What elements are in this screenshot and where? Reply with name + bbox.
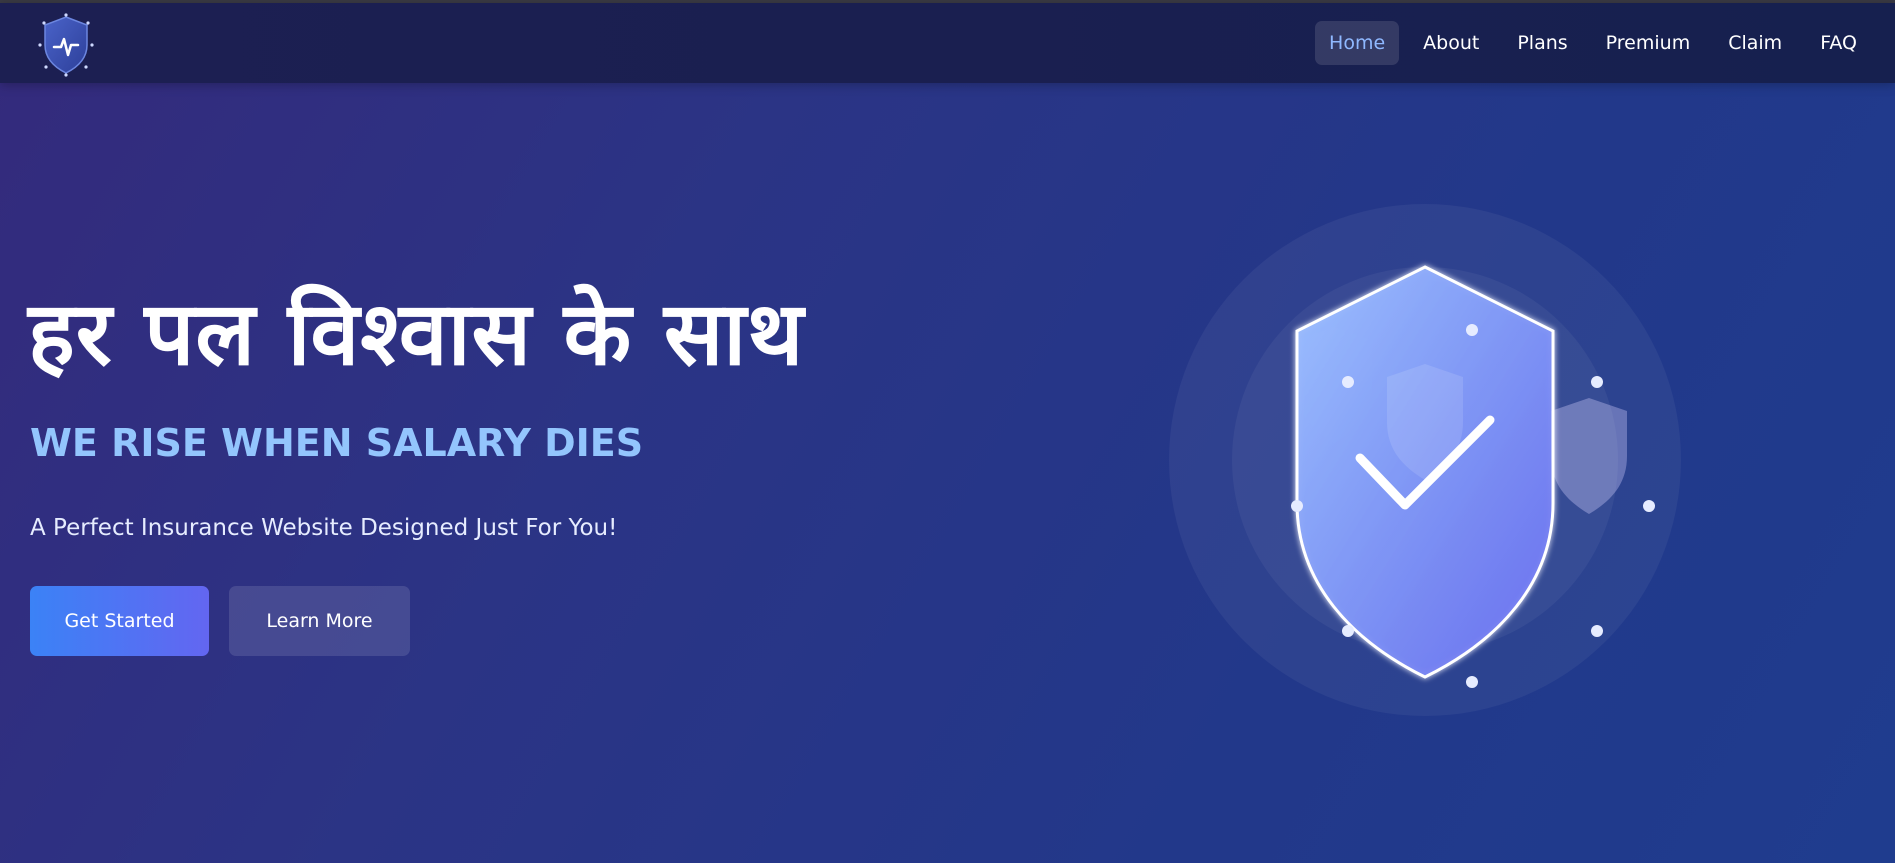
hero-illustration: [1168, 203, 1682, 717]
hero-subtitle: A Perfect Insurance Website Designed Jus…: [30, 515, 618, 541]
hero-slogan: WE RISE WHEN SALARY DIES: [30, 421, 644, 465]
get-started-button[interactable]: Get Started: [30, 586, 209, 656]
navbar: Home About Plans Premium Claim FAQ: [0, 3, 1895, 83]
nav-link-faq[interactable]: FAQ: [1806, 21, 1871, 65]
nav-links: Home About Plans Premium Claim FAQ: [1315, 21, 1871, 65]
hero-title: हर पल विश्वास के साथ: [28, 282, 805, 385]
shield-check-icon: [1169, 204, 1681, 716]
nav-link-home[interactable]: Home: [1315, 21, 1400, 65]
learn-more-button[interactable]: Learn More: [229, 586, 410, 656]
logo[interactable]: [34, 11, 98, 77]
nav-link-premium[interactable]: Premium: [1592, 21, 1705, 65]
shield-pulse-logo-icon: [38, 13, 94, 77]
nav-link-claim[interactable]: Claim: [1714, 21, 1796, 65]
nav-link-about[interactable]: About: [1409, 21, 1493, 65]
nav-link-plans[interactable]: Plans: [1503, 21, 1581, 65]
